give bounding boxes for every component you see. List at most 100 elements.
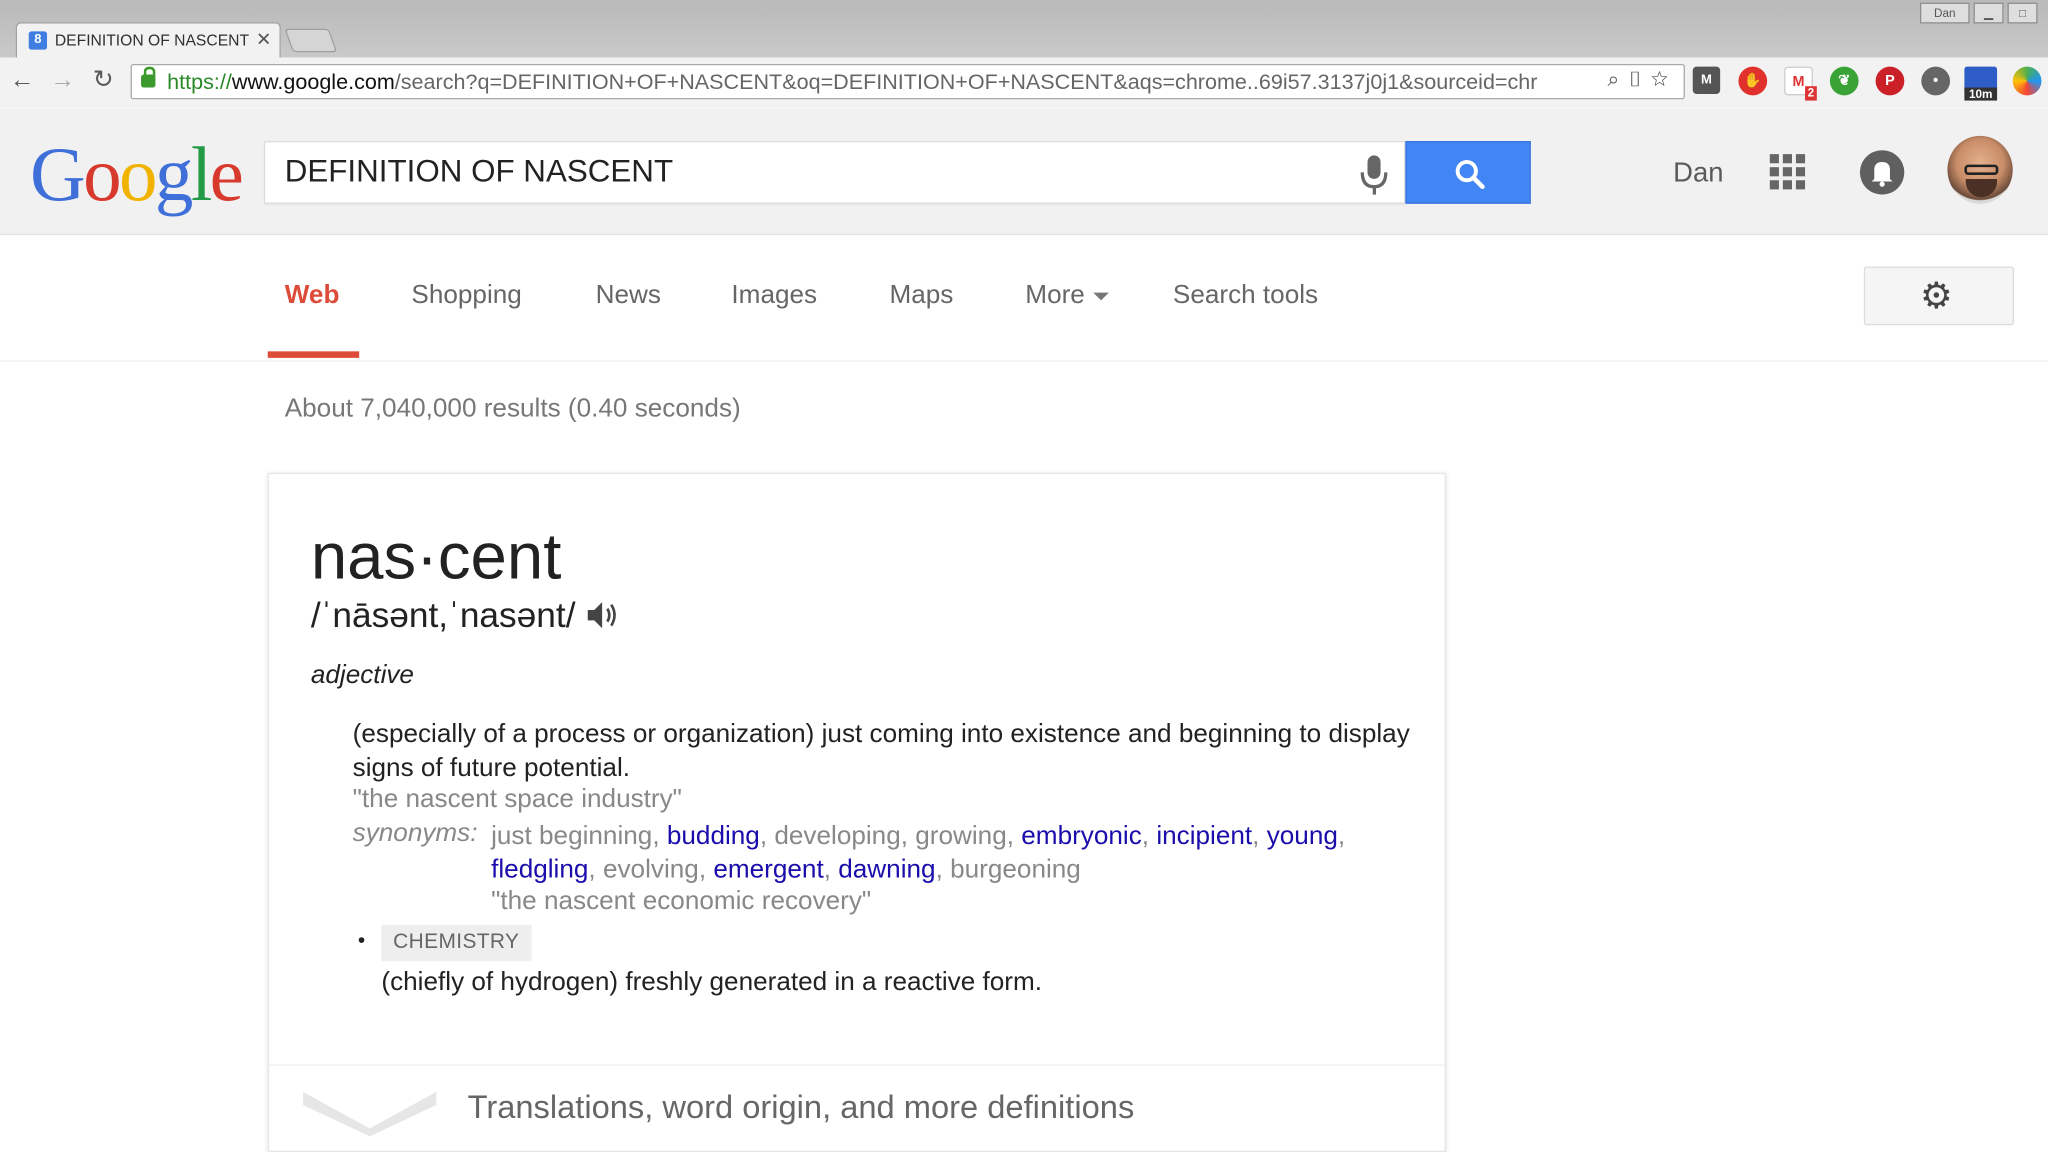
extension-color-icon[interactable] (2012, 66, 2042, 96)
browser-tab[interactable]: 8 DEFINITION OF NASCENT ✕ (15, 22, 281, 58)
speaker-icon[interactable] (583, 598, 620, 632)
zoom-icon[interactable]: ⌕ (1608, 69, 1628, 91)
synonym-text: evolving (602, 855, 699, 885)
synonym-separator: , (652, 821, 667, 851)
gmail-badge: 2 (1805, 86, 1817, 101)
domain-label: CHEMISTRY (381, 924, 532, 962)
mic-icon[interactable] (1360, 154, 1389, 196)
extension-gray-icon[interactable]: • (1921, 66, 1951, 96)
tab-search-tools[interactable]: Search tools (1173, 281, 1318, 311)
timer-badge: 10m (1964, 87, 1998, 101)
synonym-separator: , (588, 855, 603, 885)
timer-icon[interactable]: 10m (1964, 66, 1998, 101)
synonym-separator: , (1337, 821, 1346, 851)
profile-button[interactable]: Dan (1919, 2, 1970, 24)
browser-toolbar: ← → ↻ https://www.google.com/search?q=DE… (0, 57, 2048, 108)
synonym-link[interactable]: budding (667, 822, 760, 851)
user-name[interactable]: Dan (1673, 158, 1723, 189)
tab-web[interactable]: Web (285, 281, 340, 311)
pronunciation: /ˈnāsənt,ˈnasənt/ (311, 596, 620, 636)
extension-leaf-icon[interactable]: ❦ (1829, 66, 1859, 96)
google-favicon-icon: 8 (28, 31, 48, 50)
synonym-link[interactable]: embryonic (1021, 822, 1142, 851)
reload-icon[interactable]: ↻ (86, 64, 120, 98)
pronunciation-text: /ˈnāsənt,ˈnasənt/ (310, 595, 576, 635)
synonym-separator: , (1141, 821, 1157, 851)
synonym-text: developing (774, 821, 901, 851)
settings-button[interactable]: ⚙ (1863, 266, 2015, 326)
result-stats: About 7,040,000 results (0.40 seconds) (284, 394, 741, 424)
synonym-link[interactable]: incipient (1156, 822, 1252, 851)
logo-letter: o (83, 130, 121, 217)
close-tab-icon[interactable]: ✕ (256, 29, 271, 51)
url-path: /search?q=DEFINITION+OF+NASCENT&oq=DEFIN… (394, 70, 1538, 95)
avatar-glasses (1964, 164, 1999, 176)
synonym-separator: , (759, 821, 775, 851)
tab-maps[interactable]: Maps (889, 281, 953, 311)
definition-card: nas·cent /ˈnāsənt,ˈnasənt/ adjective (es… (267, 472, 1446, 1152)
extension-m-icon[interactable]: M (1692, 66, 1721, 95)
synonym-separator: , (1252, 821, 1267, 851)
forward-icon[interactable]: → (46, 64, 80, 98)
google-header: Google Dan (0, 108, 2048, 236)
chevron-down-icon (303, 1091, 437, 1137)
more-definitions-link[interactable]: Translations, word origin, and more defi… (468, 1089, 1135, 1127)
star-icon[interactable]: ☆ (1651, 69, 1676, 91)
definition-text: (especially of a process or organization… (352, 719, 1410, 783)
apps-grid-icon[interactable] (1769, 154, 1807, 191)
pinterest-icon[interactable]: P (1875, 66, 1905, 96)
browser-window: 8 DEFINITION OF NASCENT ✕ Dan ▁ □ ← → ↻ ht… (0, 0, 2048, 1152)
active-tab-indicator (267, 351, 360, 358)
tab-shopping[interactable]: Shopping (411, 281, 521, 311)
bell-icon (1871, 161, 1893, 187)
tab-news[interactable]: News (596, 281, 661, 311)
synonym-separator: , (698, 855, 714, 885)
tab-more[interactable]: More (1025, 280, 1109, 311)
logo-letter: e (209, 130, 244, 217)
synonyms-label: synonyms: (352, 818, 478, 848)
avatar-beard (1965, 178, 1998, 198)
url-scheme: https:// (167, 70, 232, 95)
logo-letter: l (190, 130, 213, 217)
page-action-icon[interactable]: ▯ (1627, 69, 1651, 91)
gmail-icon[interactable]: M2 (1784, 66, 1817, 101)
synonym-separator: , (1006, 821, 1022, 851)
synonym-link[interactable]: dawning (838, 856, 935, 885)
synonym-link[interactable]: emergent (713, 856, 823, 885)
synonym-separator: , (823, 855, 839, 885)
omnibox-actions: ⌕▯☆ (1608, 69, 1676, 93)
chevron-down-icon (1092, 292, 1109, 301)
notifications-button[interactable] (1859, 150, 1905, 195)
definition-text-2: (chiefly of hydrogen) freshly generated … (381, 967, 1043, 997)
synonym-link[interactable]: fledgling (491, 856, 588, 885)
tab-images[interactable]: Images (731, 281, 817, 311)
maximize-icon[interactable]: □ (2007, 2, 2038, 24)
new-tab-button[interactable] (284, 28, 338, 53)
back-icon[interactable]: ← (5, 64, 39, 98)
tab-more-label: More (1025, 280, 1085, 310)
synonym-link[interactable]: young (1267, 822, 1338, 851)
bullet: • (357, 929, 366, 953)
tab-title: DEFINITION OF NASCENT (54, 31, 250, 50)
logo-letter: o (118, 130, 157, 217)
address-bar[interactable]: https://www.google.com/search?q=DEFINITI… (130, 63, 1685, 100)
synonym-text: growing (915, 821, 1007, 851)
logo-letter: G (30, 130, 86, 217)
search-button[interactable] (1405, 141, 1531, 204)
synonym-text: just beginning (491, 821, 653, 851)
more-definitions-row[interactable]: Translations, word origin, and more defi… (269, 1064, 1445, 1152)
lock-icon (141, 66, 156, 88)
synonym-example: "the nascent economic recovery" (491, 886, 872, 916)
search-box (263, 141, 1406, 204)
url-text[interactable]: https://www.google.com/search?q=DEFINITI… (167, 71, 1584, 96)
synonyms-list: just beginning, budding, developing, gro… (491, 819, 1431, 887)
search-icon (1455, 159, 1485, 190)
synonym-text: burgeoning (950, 855, 1081, 885)
minimize-icon[interactable]: ▁ (1973, 2, 2004, 24)
avatar[interactable] (1947, 135, 2013, 204)
synonym-separator: , (900, 821, 916, 851)
google-logo[interactable]: Google (30, 130, 244, 217)
search-input[interactable] (284, 152, 1330, 192)
extension-hand-icon[interactable]: ✋ (1738, 66, 1768, 96)
part-of-speech: adjective (310, 660, 414, 690)
